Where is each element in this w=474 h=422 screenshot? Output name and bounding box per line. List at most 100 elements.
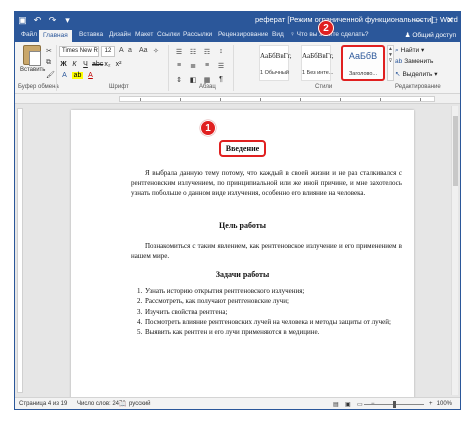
read-mode-icon[interactable]: ▤ bbox=[333, 401, 339, 408]
show-marks-icon[interactable]: ¶ bbox=[215, 76, 227, 84]
align-center-icon[interactable]: ≣ bbox=[187, 62, 199, 70]
save-icon[interactable]: ▣ bbox=[17, 14, 28, 26]
undo-icon[interactable]: ↶ bbox=[32, 14, 43, 26]
cut-icon[interactable]: ✂ bbox=[46, 47, 52, 55]
ruler-tick bbox=[300, 98, 301, 101]
group-divider bbox=[56, 45, 57, 91]
language-indicator[interactable]: русский bbox=[129, 401, 151, 407]
close-icon[interactable]: ✕ bbox=[442, 13, 458, 27]
clear-format-icon[interactable]: ✧ bbox=[153, 47, 159, 55]
tab-home[interactable]: Главная bbox=[39, 30, 72, 42]
color-row: A ab A bbox=[59, 72, 96, 79]
tab-layout[interactable]: Макет bbox=[135, 31, 153, 38]
font-color-icon[interactable]: A bbox=[85, 72, 96, 79]
print-layout-icon[interactable]: ▣ bbox=[345, 401, 351, 408]
styles-group-label: Стили bbox=[315, 84, 333, 90]
superscript-icon[interactable]: x² bbox=[114, 61, 123, 68]
group-divider bbox=[233, 45, 234, 91]
style-normal[interactable]: АаБбВвГг, 1 Обычный bbox=[259, 45, 292, 81]
customize-icon[interactable]: ▾ bbox=[62, 14, 73, 26]
list-item[interactable]: 4. Посмотреть влияние рентгеновских лучей… bbox=[131, 317, 402, 327]
multilevel-icon[interactable]: ☶ bbox=[201, 48, 213, 56]
shrink-font-icon[interactable]: a bbox=[128, 47, 132, 54]
document-area: Введение Я выбрала данную тему потому, ч… bbox=[15, 104, 460, 400]
copy-icon[interactable]: ⧉ bbox=[46, 59, 51, 67]
intro-heading[interactable]: Введение bbox=[71, 140, 414, 157]
list-item[interactable]: 5. Выявить как рентген и его лучи применя… bbox=[131, 327, 402, 337]
title-bar: ▣ ↶ ↷ ▾ реферат [Режим ограниченной функ… bbox=[15, 12, 460, 29]
ribbon-tabs: Файл Главная Вставка Дизайн Макет Ссылки… bbox=[15, 29, 460, 42]
horizontal-ruler[interactable] bbox=[15, 94, 460, 104]
goal-heading[interactable]: Цель работы bbox=[71, 221, 414, 230]
redo-icon[interactable]: ↷ bbox=[47, 14, 58, 26]
goal-paragraph[interactable]: Познакомиться с таким явлением, как рент… bbox=[131, 241, 402, 261]
ruler-tick bbox=[220, 98, 221, 101]
underline-icon[interactable]: Ч bbox=[81, 61, 90, 68]
tab-mailings[interactable]: Рассылки bbox=[183, 31, 212, 38]
bold-icon[interactable]: Ж bbox=[59, 61, 68, 68]
tab-design[interactable]: Дизайн bbox=[109, 31, 131, 38]
subscript-icon[interactable]: x₂ bbox=[103, 61, 112, 68]
select-button[interactable]: ↖ Выделить ▾ bbox=[395, 70, 438, 78]
align-left-icon[interactable]: ≡ bbox=[173, 62, 185, 70]
style-preview: АаБбВ bbox=[348, 51, 378, 61]
ruler-tick bbox=[420, 98, 421, 101]
page-count[interactable]: Страница 4 из 19 bbox=[19, 401, 67, 407]
intro-paragraph[interactable]: Я выбрала данную тему потому, что каждый… bbox=[131, 168, 402, 199]
numbering-icon[interactable]: ☷ bbox=[187, 48, 199, 56]
scrollbar-thumb[interactable] bbox=[453, 116, 458, 186]
list-item[interactable]: 2. Рассмотреть, как получают рентгеновски… bbox=[131, 296, 402, 306]
tab-review[interactable]: Рецензирование bbox=[218, 31, 268, 38]
vertical-scrollbar[interactable] bbox=[451, 106, 458, 395]
ribbon: Вставить ✂ ⧉ 🖌 Буфер обмена Times New R … bbox=[15, 42, 460, 94]
tab-insert[interactable]: Вставка bbox=[79, 31, 103, 38]
share-label: Общий доступ bbox=[412, 32, 456, 39]
paragraph-tools: ☰ ☷ ☶ ↕ ≡ ≣ ≡ ☰ ⇕ ◧ ▦ ¶ bbox=[173, 48, 227, 84]
tab-file[interactable]: Файл bbox=[21, 31, 37, 38]
highlight-icon[interactable]: ab bbox=[72, 72, 83, 79]
web-layout-icon[interactable]: ▭ bbox=[357, 401, 363, 408]
list-item[interactable]: 1. Узнать историю открытия рентгеновского… bbox=[131, 286, 402, 296]
styles-more-button[interactable]: ▲ ▼ ⊽ bbox=[387, 45, 394, 81]
strikethrough-icon[interactable]: abc bbox=[92, 61, 103, 68]
find-label: Найти ▾ bbox=[400, 47, 425, 54]
justify-icon[interactable]: ☰ bbox=[215, 62, 227, 70]
tasks-list: 1. Узнать историю открытия рентгеновского… bbox=[131, 286, 402, 337]
ruler-tick bbox=[180, 98, 181, 101]
align-right-icon[interactable]: ≡ bbox=[201, 62, 213, 70]
replace-button[interactable]: ab Заменить bbox=[395, 58, 433, 65]
maximize-icon[interactable]: □ bbox=[426, 13, 442, 27]
change-case-icon[interactable]: Aa bbox=[139, 47, 148, 54]
format-painter-icon[interactable]: 🖌 bbox=[46, 71, 55, 79]
line-spacing-icon[interactable]: ⇕ bbox=[173, 76, 185, 84]
style-no-spacing[interactable]: АаБбВвГг, 1 Без инте... bbox=[301, 45, 334, 81]
minimize-icon[interactable]: — bbox=[410, 13, 426, 27]
style-heading[interactable]: АаБбВ Заголово... bbox=[341, 45, 385, 81]
vertical-ruler[interactable] bbox=[17, 108, 23, 393]
font-size-box[interactable]: 12 bbox=[101, 46, 115, 57]
find-button[interactable]: ⌕ Найти ▾ bbox=[395, 46, 424, 55]
step-marker-2: 2 bbox=[318, 20, 334, 36]
shading-icon[interactable]: ◧ bbox=[187, 76, 199, 84]
zoom-slider-knob[interactable] bbox=[393, 401, 396, 408]
share-button[interactable]: ♟ Общий доступ bbox=[405, 31, 456, 39]
paste-label: Вставить bbox=[20, 67, 46, 73]
tab-references[interactable]: Ссылки bbox=[157, 31, 180, 38]
text-effects-icon[interactable]: A bbox=[59, 72, 70, 79]
list-item[interactable]: 3. Изучить свойства рентгена; bbox=[131, 307, 402, 317]
grow-font-icon[interactable]: A bbox=[119, 47, 124, 54]
bullets-icon[interactable]: ☰ bbox=[173, 48, 185, 56]
zoom-level[interactable]: 100% bbox=[437, 401, 452, 407]
italic-icon[interactable]: К bbox=[70, 61, 79, 68]
paragraph-group-label: Абзац bbox=[199, 84, 216, 90]
document-page[interactable]: Введение Я выбрала данную тему потому, ч… bbox=[71, 110, 414, 400]
tasks-heading[interactable]: Задачи работы bbox=[71, 270, 414, 279]
sort-icon[interactable]: ↕ bbox=[215, 48, 227, 56]
proofing-icon[interactable]: 📖 bbox=[119, 401, 126, 408]
paste-button[interactable]: Вставить bbox=[20, 45, 46, 81]
quick-access-toolbar: ▣ ↶ ↷ ▾ bbox=[17, 14, 73, 26]
tab-view[interactable]: Вид bbox=[272, 31, 284, 38]
zoom-in-icon[interactable]: + bbox=[429, 401, 433, 407]
font-name-box[interactable]: Times New R bbox=[59, 46, 99, 57]
borders-icon[interactable]: ▦ bbox=[201, 76, 213, 84]
